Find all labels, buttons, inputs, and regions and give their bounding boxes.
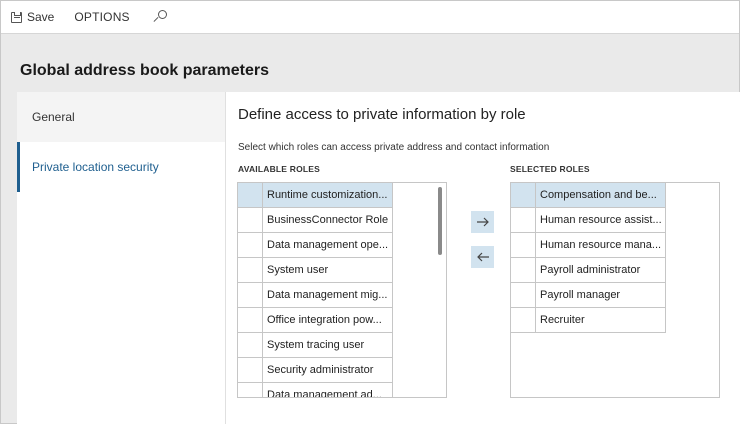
role-name[interactable]: Data management ad... xyxy=(263,383,393,397)
list-item[interactable]: Runtime customization... xyxy=(238,183,446,208)
role-name[interactable]: Recruiter xyxy=(536,308,666,333)
row-selector[interactable] xyxy=(511,283,536,308)
list-item[interactable]: Recruiter xyxy=(511,308,719,333)
list-item[interactable]: System tracing user xyxy=(238,333,446,358)
row-selector[interactable] xyxy=(238,183,263,208)
row-selector[interactable] xyxy=(511,183,536,208)
list-item[interactable]: Payroll manager xyxy=(511,283,719,308)
row-selector[interactable] xyxy=(511,258,536,283)
remove-role-button[interactable] xyxy=(471,246,494,268)
role-name[interactable]: BusinessConnector Role xyxy=(263,208,393,233)
row-selector[interactable] xyxy=(238,208,263,233)
add-role-button[interactable] xyxy=(471,211,494,233)
tab-general[interactable]: General xyxy=(17,92,225,142)
selected-roles-list[interactable]: Compensation and be... Human resource as… xyxy=(510,182,720,398)
list-scrollbar[interactable] xyxy=(438,187,442,255)
search-icon xyxy=(153,10,167,24)
role-name[interactable]: Payroll manager xyxy=(536,283,666,308)
role-name[interactable]: Security administrator xyxy=(263,358,393,383)
row-selector[interactable] xyxy=(238,358,263,383)
role-name[interactable]: Human resource mana... xyxy=(536,233,666,258)
role-name[interactable]: System tracing user xyxy=(263,333,393,358)
row-selector[interactable] xyxy=(238,258,263,283)
row-selector[interactable] xyxy=(238,308,263,333)
list-item[interactable]: Compensation and be... xyxy=(511,183,719,208)
list-item[interactable]: Human resource assist... xyxy=(511,208,719,233)
save-label: Save xyxy=(27,10,55,24)
role-name[interactable]: Human resource assist... xyxy=(536,208,666,233)
row-selector[interactable] xyxy=(511,233,536,258)
row-selector[interactable] xyxy=(238,233,263,258)
tab-private-location-security-label: Private location security xyxy=(32,160,159,174)
available-roles-list[interactable]: Runtime customization... BusinessConnect… xyxy=(237,182,447,398)
list-item[interactable]: BusinessConnector Role xyxy=(238,208,446,233)
save-button[interactable]: Save xyxy=(11,1,54,33)
options-label: OPTIONS xyxy=(74,10,130,24)
section-description: Select which roles can access private ad… xyxy=(238,142,550,153)
section-title: Define access to private information by … xyxy=(238,106,526,123)
row-selector[interactable] xyxy=(238,283,263,308)
list-item[interactable]: Human resource mana... xyxy=(511,233,719,258)
arrow-right-icon xyxy=(476,217,489,227)
tab-general-label: General xyxy=(32,110,75,124)
save-icon xyxy=(11,11,22,23)
role-name[interactable]: Payroll administrator xyxy=(536,258,666,283)
tab-private-location-security[interactable]: Private location security xyxy=(17,142,225,192)
role-name[interactable]: Runtime customization... xyxy=(263,183,393,208)
list-item[interactable]: Data management ope... xyxy=(238,233,446,258)
role-name[interactable]: Office integration pow... xyxy=(263,308,393,333)
tab-list-background xyxy=(17,192,225,424)
row-selector[interactable] xyxy=(238,333,263,358)
role-name[interactable]: Compensation and be... xyxy=(536,183,666,208)
list-item[interactable]: Payroll administrator xyxy=(511,258,719,283)
page-title: Global address book parameters xyxy=(20,62,269,79)
tab-content-panel: Define access to private information by … xyxy=(225,92,740,424)
vertical-tab-list: General Private location security xyxy=(17,92,225,192)
list-item[interactable]: Security administrator xyxy=(238,358,446,383)
list-item[interactable]: Data management ad... xyxy=(238,383,446,397)
row-selector[interactable] xyxy=(511,208,536,233)
arrow-left-icon xyxy=(476,252,489,262)
list-item[interactable]: System user xyxy=(238,258,446,283)
role-name[interactable]: System user xyxy=(263,258,393,283)
row-selector[interactable] xyxy=(238,383,263,397)
search-button[interactable] xyxy=(152,1,168,33)
row-selector[interactable] xyxy=(511,308,536,333)
role-name[interactable]: Data management ope... xyxy=(263,233,393,258)
action-pane: Save OPTIONS xyxy=(1,1,739,34)
list-item[interactable]: Office integration pow... xyxy=(238,308,446,333)
selected-roles-label: SELECTED ROLES xyxy=(510,164,590,174)
list-item[interactable]: Data management mig... xyxy=(238,283,446,308)
role-name[interactable]: Data management mig... xyxy=(263,283,393,308)
available-roles-label: AVAILABLE ROLES xyxy=(238,164,321,174)
options-button[interactable]: OPTIONS xyxy=(74,1,129,33)
